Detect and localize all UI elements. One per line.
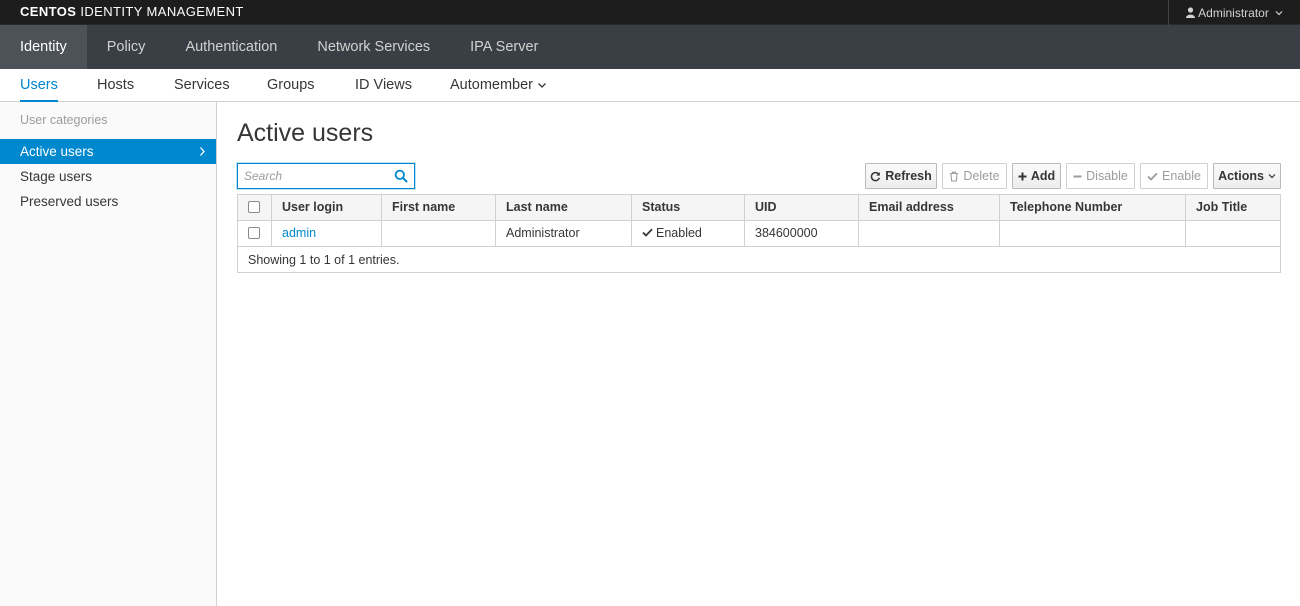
sidebar-item-preserved-users[interactable]: Preserved users <box>0 189 216 214</box>
disable-button[interactable]: Disable <box>1066 163 1135 189</box>
column-header-job-title[interactable]: Job Title <box>1186 195 1280 221</box>
column-header-status[interactable]: Status <box>632 195 745 221</box>
tab-hosts[interactable]: Hosts <box>97 69 134 102</box>
nav-policy[interactable]: Policy <box>87 25 166 69</box>
check-icon <box>1147 172 1158 181</box>
last-name-cell: Administrator <box>496 221 632 247</box>
tab-automember-label: Automember <box>450 77 534 93</box>
search-input[interactable] <box>238 164 388 188</box>
select-all-checkbox[interactable] <box>248 201 260 213</box>
plus-icon <box>1018 172 1027 181</box>
select-all-cell <box>238 195 272 221</box>
nav-network-services[interactable]: Network Services <box>297 25 450 69</box>
refresh-icon <box>870 171 881 182</box>
sidebar-item-label: Stage users <box>20 169 93 184</box>
trash-icon <box>949 171 959 182</box>
tab-groups[interactable]: Groups <box>267 69 315 102</box>
disable-label: Disable <box>1086 169 1128 183</box>
column-header-last-name[interactable]: Last name <box>496 195 632 221</box>
brand-logo: CENTOS IDENTITY MANAGEMENT <box>20 4 244 19</box>
chevron-down-icon <box>1268 173 1276 179</box>
tab-services[interactable]: Services <box>174 69 230 102</box>
row-select-cell <box>238 221 272 247</box>
top-bar: CENTOS IDENTITY MANAGEMENT Administrator <box>0 0 1300 25</box>
table-header-row: User login First name Last name Status U… <box>238 195 1280 221</box>
check-icon <box>642 221 653 246</box>
sidebar-item-stage-users[interactable]: Stage users <box>0 164 216 189</box>
table-row: admin Administrator Enabled 384600000 <box>238 221 1280 247</box>
enable-label: Enable <box>1162 169 1201 183</box>
chevron-down-icon <box>1275 10 1283 16</box>
column-header-user-login[interactable]: User login <box>272 195 382 221</box>
user-login-link[interactable]: admin <box>282 226 316 240</box>
tab-users[interactable]: Users <box>20 69 58 102</box>
email-cell <box>859 221 1000 247</box>
sidebar-item-active-users[interactable]: Active users <box>0 139 216 164</box>
first-name-cell <box>382 221 496 247</box>
search-box <box>237 163 415 189</box>
actions-dropdown[interactable]: Actions <box>1213 163 1281 189</box>
nav-ipa-server[interactable]: IPA Server <box>450 25 558 69</box>
sidebar-item-label: Active users <box>20 144 94 159</box>
nav-authentication[interactable]: Authentication <box>165 25 297 69</box>
user-menu[interactable]: Administrator <box>1168 0 1300 25</box>
status-cell: Enabled <box>632 221 745 247</box>
pagination-info: Showing 1 to 1 of 1 entries. <box>248 253 400 267</box>
column-header-telephone[interactable]: Telephone Number <box>1000 195 1186 221</box>
sidebar: User categories Active users Stage users… <box>0 102 217 606</box>
job-title-cell <box>1186 221 1280 247</box>
user-menu-label: Administrator <box>1198 5 1269 20</box>
telephone-cell <box>1000 221 1186 247</box>
secondary-nav: Users Hosts Services Groups ID Views Aut… <box>0 69 1300 102</box>
add-label: Add <box>1030 169 1056 183</box>
refresh-label: Refresh <box>885 169 932 183</box>
row-checkbox[interactable] <box>248 227 260 239</box>
minus-icon <box>1073 172 1082 181</box>
user-login-cell: admin <box>272 221 382 247</box>
column-header-email[interactable]: Email address <box>859 195 1000 221</box>
nav-identity[interactable]: Identity <box>0 25 87 69</box>
enable-button[interactable]: Enable <box>1140 163 1208 189</box>
column-header-first-name[interactable]: First name <box>382 195 496 221</box>
sidebar-category-label: User categories <box>20 113 108 127</box>
user-icon <box>1186 7 1196 18</box>
delete-button[interactable]: Delete <box>942 163 1007 189</box>
column-header-uid[interactable]: UID <box>745 195 859 221</box>
status-label: Enabled <box>656 226 702 240</box>
users-table: User login First name Last name Status U… <box>237 194 1281 273</box>
refresh-button[interactable]: Refresh <box>865 163 937 189</box>
primary-nav: Identity Policy Authentication Network S… <box>0 25 1300 69</box>
uid-cell: 384600000 <box>745 221 859 247</box>
search-icon[interactable] <box>394 169 408 183</box>
chevron-down-icon <box>537 69 547 101</box>
add-button[interactable]: Add <box>1012 163 1061 189</box>
page-title: Active users <box>237 119 374 147</box>
sidebar-item-label: Preserved users <box>20 194 119 209</box>
delete-label: Delete <box>963 169 1000 183</box>
tab-automember[interactable]: Automember <box>450 69 547 102</box>
actions-label: Actions <box>1218 169 1264 183</box>
tab-id-views[interactable]: ID Views <box>355 69 412 102</box>
